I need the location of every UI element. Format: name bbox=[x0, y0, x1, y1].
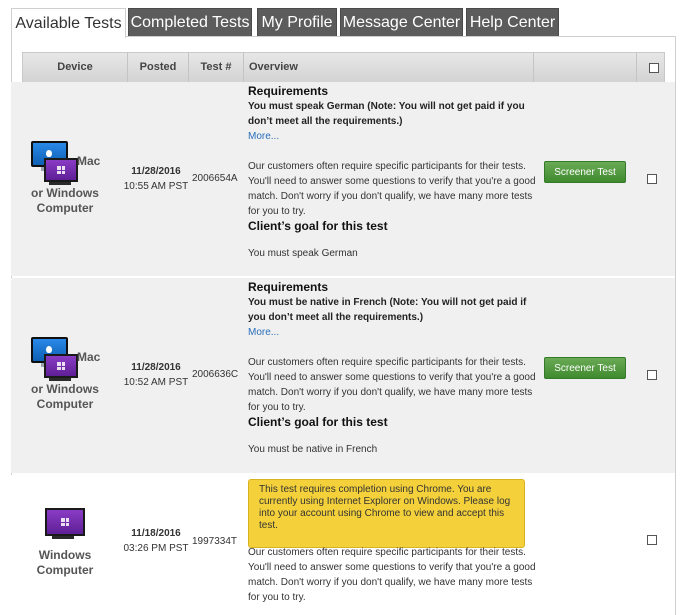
device-label-windows: Windows bbox=[38, 548, 92, 562]
requirements-heading: Requirements bbox=[248, 280, 329, 294]
device-label-computer: Computer bbox=[36, 201, 94, 215]
tab-message-center[interactable]: Message Center bbox=[340, 8, 463, 37]
device-label-mac: Mac bbox=[77, 350, 101, 364]
description-text: Our customers often require specific par… bbox=[248, 161, 536, 217]
test-number: 2006654A bbox=[192, 173, 238, 184]
posted-date: 11/18/2016 bbox=[131, 528, 181, 539]
row-checkbox[interactable] bbox=[647, 174, 657, 184]
header-overview[interactable]: Overview bbox=[244, 53, 534, 82]
screener-test-button[interactable]: Screener Test bbox=[544, 161, 626, 183]
row-checkbox[interactable] bbox=[647, 535, 657, 545]
requirement-text: You must be native in French (Note: You … bbox=[248, 297, 527, 323]
row-checkbox[interactable] bbox=[647, 370, 657, 380]
tab-completed-tests[interactable]: Completed Tests bbox=[128, 8, 252, 37]
posted-time: 03:26 PM PST bbox=[123, 543, 189, 554]
test-number: 2006636C bbox=[192, 369, 239, 380]
posted-date: 11/28/2016 bbox=[131, 166, 181, 177]
device-label-computer: Computer bbox=[36, 397, 94, 411]
overview-cell: Our customers often require specific par… bbox=[248, 545, 538, 605]
table-row: Mac or Windows Computer 11/28/2016 10:55… bbox=[11, 82, 675, 276]
table-row: Windows Computer 11/18/2016 03:26 PM PST… bbox=[11, 475, 675, 615]
table-row: Mac or Windows Computer 11/28/2016 10:52… bbox=[11, 278, 675, 473]
posted-date: 11/28/2016 bbox=[131, 362, 181, 373]
header-action bbox=[534, 53, 637, 82]
description-text: Our customers often require specific par… bbox=[248, 547, 536, 603]
table-header: Device Posted Test # Overview bbox=[22, 52, 665, 83]
header-test-number[interactable]: Test # bbox=[189, 53, 244, 82]
goal-text: You must be native in French bbox=[248, 444, 378, 455]
browser-warning-box: This test requires completion using Chro… bbox=[248, 479, 525, 548]
requirements-heading: Requirements bbox=[248, 84, 329, 98]
posted-time: 10:55 AM PST bbox=[123, 181, 189, 192]
header-device[interactable]: Device bbox=[23, 53, 128, 82]
select-all-checkbox[interactable] bbox=[649, 63, 659, 73]
device-label-or-windows: or Windows bbox=[31, 186, 99, 200]
more-link[interactable]: More... bbox=[248, 325, 538, 340]
more-link[interactable]: More... bbox=[248, 129, 538, 144]
overview-cell: Requirements You must be native in Frenc… bbox=[248, 280, 538, 457]
tab-help-center[interactable]: Help Center bbox=[466, 8, 559, 37]
goal-text: You must speak German bbox=[248, 248, 358, 259]
device-label-computer: Computer bbox=[36, 563, 94, 577]
device-label-mac: Mac bbox=[77, 154, 101, 168]
screener-test-button[interactable]: Screener Test bbox=[544, 357, 626, 379]
description-text: Our customers often require specific par… bbox=[248, 357, 536, 413]
overview-cell: Requirements You must speak German (Note… bbox=[248, 84, 538, 261]
requirement-text: You must speak German (Note: You will no… bbox=[248, 101, 525, 127]
device-label-or-windows: or Windows bbox=[31, 382, 99, 396]
posted-time: 10:52 AM PST bbox=[123, 377, 189, 388]
goal-heading: Client’s goal for this test bbox=[248, 219, 388, 233]
test-number: 1997334T bbox=[192, 536, 238, 547]
goal-heading: Client’s goal for this test bbox=[248, 415, 388, 429]
tab-my-profile[interactable]: My Profile bbox=[257, 8, 337, 37]
tab-available-tests[interactable]: Available Tests bbox=[11, 8, 126, 38]
header-posted[interactable]: Posted bbox=[128, 53, 189, 82]
